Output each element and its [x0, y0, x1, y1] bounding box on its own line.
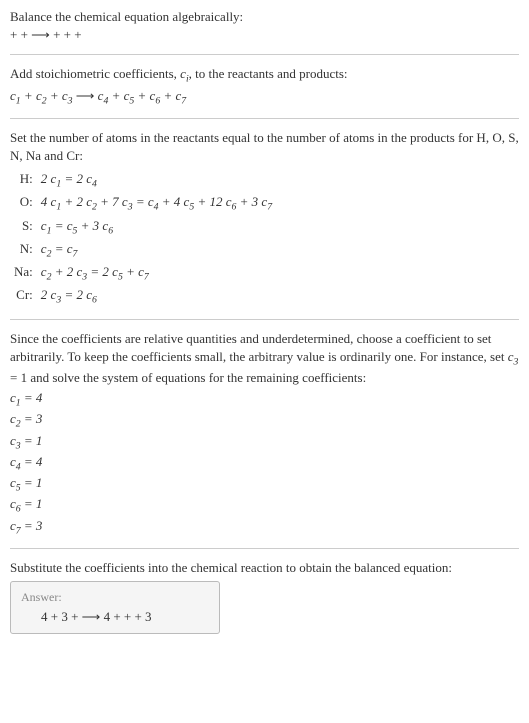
answer-label: Answer:: [21, 590, 209, 605]
answer-right: 4 + + + 3: [100, 609, 151, 624]
atom-label-o: O:: [10, 192, 37, 215]
atom-eq-na: c2 + 2 c3 = 2 c5 + c7: [37, 262, 276, 285]
divider: [10, 319, 519, 320]
stoich-equation: c1 + c2 + c3 ⟶ c4 + c5 + c6 + c7: [10, 87, 519, 108]
table-row: S: c1 = c5 + 3 c6: [10, 216, 276, 239]
divider: [10, 118, 519, 119]
atom-eq-h: 2 c1 = 2 c4: [37, 169, 276, 192]
answer-equation: 4 + 3 + ⟶ 4 + + + 3: [21, 609, 209, 625]
stoich-text-part2: , to the reactants and products:: [189, 66, 348, 81]
divider: [10, 548, 519, 549]
answer-box: Answer: 4 + 3 + ⟶ 4 + + + 3: [10, 581, 220, 634]
coeff-c4: c4 = 4: [10, 453, 519, 474]
substitute-text: Substitute the coefficients into the che…: [10, 559, 519, 577]
answer-left: 4 + 3 +: [41, 609, 82, 624]
atom-eq-cr: 2 c3 = 2 c6: [37, 285, 276, 308]
table-row: Cr: 2 c3 = 2 c6: [10, 285, 276, 308]
atom-label-na: Na:: [10, 262, 37, 285]
table-row: H: 2 c1 = 2 c4: [10, 169, 276, 192]
intro-line-1: Balance the chemical equation algebraica…: [10, 8, 519, 26]
coeff-c6: c6 = 1: [10, 495, 519, 516]
table-row: N: c2 = c7: [10, 239, 276, 262]
intro-reactants: + +: [10, 27, 31, 42]
atom-equations-table: H: 2 c1 = 2 c4 O: 4 c1 + 2 c2 + 7 c3 = c…: [10, 169, 276, 308]
table-row: O: 4 c1 + 2 c2 + 7 c3 = c4 + 4 c5 + 12 c…: [10, 192, 276, 215]
atom-eq-n: c2 = c7: [37, 239, 276, 262]
atom-label-s: S:: [10, 216, 37, 239]
underdet-part2: = 1 and solve the system of equations fo…: [10, 370, 366, 385]
coefficient-list: c1 = 4 c2 = 3 c3 = 1 c4 = 4 c5 = 1 c6 = …: [10, 389, 519, 538]
coeff-c3: c3 = 1: [10, 432, 519, 453]
stoich-text: Add stoichiometric coefficients, ci, to …: [10, 65, 519, 86]
atom-label-h: H:: [10, 169, 37, 192]
divider: [10, 54, 519, 55]
stoich-text-part1: Add stoichiometric coefficients,: [10, 66, 180, 81]
atom-eq-s: c1 = c5 + 3 c6: [37, 216, 276, 239]
arrow-icon: ⟶: [31, 27, 53, 42]
table-row: Na: c2 + 2 c3 = 2 c5 + c7: [10, 262, 276, 285]
underdet-sub: 3: [514, 356, 519, 367]
underdet-part1: Since the coefficients are relative quan…: [10, 331, 508, 364]
coeff-c5: c5 = 1: [10, 474, 519, 495]
underdetermined-text: Since the coefficients are relative quan…: [10, 330, 519, 388]
intro-products: + + +: [53, 27, 82, 42]
coeff-c7: c7 = 3: [10, 517, 519, 538]
atom-label-n: N:: [10, 239, 37, 262]
intro-equation: + + ⟶ + + +: [10, 26, 519, 44]
coeff-c1: c1 = 4: [10, 389, 519, 410]
atom-label-cr: Cr:: [10, 285, 37, 308]
atom-eq-o: 4 c1 + 2 c2 + 7 c3 = c4 + 4 c5 + 12 c6 +…: [37, 192, 276, 215]
atoms-text: Set the number of atoms in the reactants…: [10, 129, 519, 165]
arrow-icon: ⟶: [82, 609, 101, 624]
arrow-icon: ⟶: [76, 88, 95, 103]
coeff-c2: c2 = 3: [10, 410, 519, 431]
